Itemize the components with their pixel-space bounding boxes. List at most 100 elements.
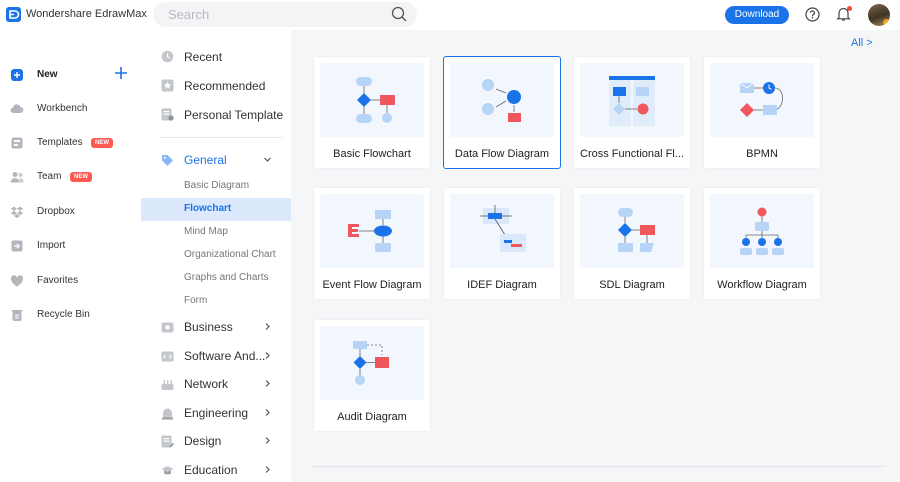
- template-label: IDEF Diagram: [467, 279, 537, 291]
- chevron-right-icon: [265, 352, 270, 359]
- subcategory-basic-diagram[interactable]: Basic Diagram: [141, 175, 291, 198]
- template-thumbnail: [580, 194, 684, 268]
- category-education[interactable]: Education: [141, 456, 291, 482]
- category-label: Network: [184, 377, 229, 391]
- software-icon: [161, 351, 174, 362]
- template-card-audit-diagram[interactable]: Audit Diagram: [313, 319, 431, 432]
- nav-item-import[interactable]: Import: [0, 229, 141, 263]
- template-card-workflow-diagram[interactable]: Workflow Diagram: [703, 187, 821, 300]
- subcategory-mind-map[interactable]: Mind Map: [141, 221, 291, 244]
- category-label: Recent: [184, 50, 223, 64]
- plus-icon[interactable]: [114, 66, 128, 80]
- template-label: Workflow Diagram: [717, 279, 807, 291]
- templates-icon: [11, 137, 23, 149]
- star-icon: [161, 79, 174, 92]
- nav-label: Dropbox: [37, 206, 75, 217]
- nav-item-templates[interactable]: Templates NEW: [0, 126, 141, 160]
- notification-dot: [847, 6, 852, 11]
- gallery-divider: [312, 466, 886, 467]
- help-icon[interactable]: [805, 7, 820, 22]
- category-software[interactable]: Software And...: [141, 342, 291, 370]
- category-label: Design: [184, 434, 222, 448]
- template-thumbnail: [580, 63, 684, 137]
- template-card-event-flow-diagram[interactable]: Event Flow Diagram: [313, 187, 431, 300]
- category-label: General: [184, 153, 227, 167]
- search-icon[interactable]: [391, 6, 407, 22]
- template-thumbnail: [320, 326, 424, 400]
- search-bar[interactable]: [153, 2, 417, 27]
- subcategory-organizational-chart[interactable]: Organizational Chart: [141, 244, 291, 267]
- template-card-cross-functional-flowchart[interactable]: Cross Functional Fl...: [573, 56, 691, 169]
- nav-item-dropbox[interactable]: Dropbox: [0, 195, 141, 229]
- business-icon: [161, 322, 174, 333]
- download-button[interactable]: Download: [725, 6, 789, 24]
- nav-label: Workbench: [37, 103, 88, 114]
- template-card-data-flow-diagram[interactable]: Data Flow Diagram: [443, 56, 561, 169]
- template-card-bpmn[interactable]: BPMN: [703, 56, 821, 169]
- nav-label: Templates: [37, 137, 83, 148]
- subcategory-label: Graphs and Charts: [184, 272, 269, 283]
- nav-label: Team: [37, 171, 62, 182]
- template-gallery: All > Basic Flowchart Data Flow Diagram …: [291, 30, 900, 482]
- category-design[interactable]: Design: [141, 427, 291, 455]
- import-icon: [11, 240, 23, 252]
- category-engineering[interactable]: Engineering: [141, 399, 291, 427]
- education-icon: [161, 466, 174, 475]
- personal-template-icon: [161, 108, 174, 121]
- new-badge: NEW: [91, 138, 113, 148]
- nav-label: Favorites: [37, 275, 79, 286]
- template-card-sdl-diagram[interactable]: SDL Diagram: [573, 187, 691, 300]
- category-label: Business: [184, 320, 233, 334]
- chevron-down-icon: [264, 157, 271, 162]
- category-label: Recommended: [184, 79, 266, 93]
- design-icon: [161, 435, 174, 448]
- chevron-right-icon: [265, 409, 270, 416]
- engineering-icon: [162, 408, 173, 420]
- template-thumbnail: [450, 194, 554, 268]
- subcategory-label: Mind Map: [184, 226, 228, 237]
- subcategory-graphs-and-charts[interactable]: Graphs and Charts: [141, 267, 291, 290]
- nav-label: New: [37, 69, 58, 80]
- nav-item-workbench[interactable]: Workbench: [0, 92, 141, 126]
- template-thumbnail: [710, 63, 814, 137]
- category-general[interactable]: General: [141, 146, 291, 174]
- nav-item-team[interactable]: Team NEW: [0, 160, 141, 194]
- template-label: Event Flow Diagram: [322, 279, 422, 291]
- template-label: BPMN: [746, 148, 778, 160]
- new-badge: NEW: [70, 172, 92, 182]
- nav-label: Import: [37, 240, 66, 251]
- dropbox-icon: [10, 206, 24, 219]
- template-card-idef-diagram[interactable]: IDEF Diagram: [443, 187, 561, 300]
- template-thumbnail: [320, 194, 424, 268]
- template-label: SDL Diagram: [599, 279, 665, 291]
- chevron-right-icon: [265, 380, 270, 387]
- cloud-icon: [10, 104, 24, 114]
- category-recommended[interactable]: Recommended: [141, 72, 291, 100]
- all-templates-link[interactable]: All >: [851, 37, 873, 49]
- subcategory-flowchart[interactable]: Flowchart: [141, 198, 291, 221]
- category-network[interactable]: Network: [141, 370, 291, 398]
- nav-item-recycle-bin[interactable]: Recycle Bin: [0, 298, 141, 332]
- category-personal-template[interactable]: Personal Template: [141, 101, 291, 129]
- notification-bell-icon[interactable]: [836, 6, 852, 22]
- search-input[interactable]: [168, 6, 368, 23]
- trash-icon: [11, 310, 23, 321]
- subcategory-label: Basic Diagram: [184, 180, 250, 191]
- template-thumbnail: [710, 194, 814, 268]
- nav-item-favorites[interactable]: Favorites: [0, 264, 141, 298]
- category-recent[interactable]: Recent: [141, 43, 291, 71]
- user-avatar[interactable]: [868, 4, 890, 26]
- chevron-right-icon: [265, 323, 270, 330]
- template-label: Audit Diagram: [337, 411, 407, 423]
- tag-icon: [162, 155, 173, 166]
- template-card-basic-flowchart[interactable]: Basic Flowchart: [313, 56, 431, 169]
- chevron-right-icon: [265, 437, 270, 444]
- template-thumbnail: [320, 63, 424, 137]
- category-label: Personal Template: [184, 108, 284, 122]
- subcategory-form[interactable]: Form: [141, 290, 291, 313]
- category-business[interactable]: Business: [141, 313, 291, 341]
- network-icon: [161, 380, 174, 390]
- nav-item-new[interactable]: New: [0, 58, 141, 92]
- vip-badge-icon: [883, 19, 890, 26]
- edrawmax-logo-icon: [6, 7, 21, 22]
